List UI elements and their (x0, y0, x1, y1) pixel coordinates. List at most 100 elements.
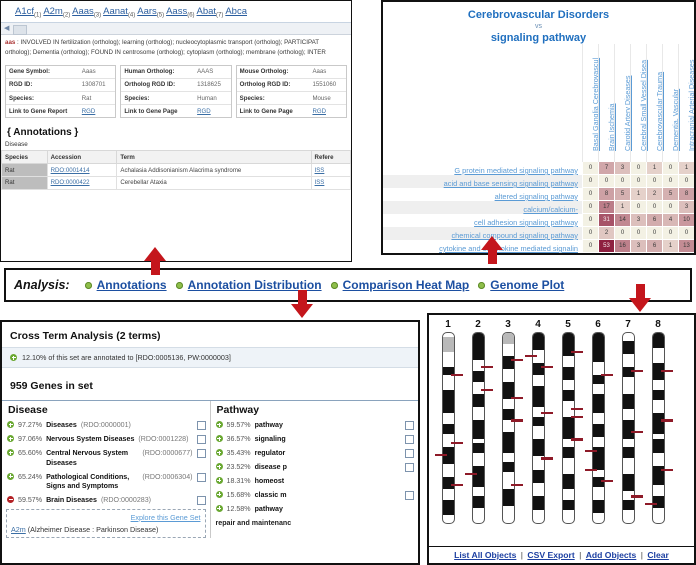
rgd-link[interactable]: RGD (312, 108, 326, 115)
term-checkbox[interactable] (405, 463, 414, 472)
expand-icon[interactable] (7, 449, 14, 457)
heatmap-cell[interactable]: 16 (614, 240, 630, 253)
chromosome[interactable]: 7 (613, 319, 643, 524)
heatmap-column-header[interactable]: Dementia, Vascular (662, 44, 680, 162)
heatmap-cell[interactable]: 10 (678, 214, 694, 227)
gene-link[interactable]: Aass (166, 6, 187, 17)
footer-link[interactable]: Clear (647, 550, 669, 560)
analysis-item[interactable]: Comparison Heat Map (330, 278, 470, 292)
term-checkbox[interactable] (405, 421, 414, 431)
expand-icon[interactable] (215, 421, 223, 429)
gene-marker[interactable] (511, 419, 523, 422)
heatmap-cell[interactable]: 0 (662, 227, 678, 240)
expand-icon[interactable] (7, 421, 14, 429)
heatmap-row-label[interactable]: G protein mediated signaling pathway (383, 162, 582, 175)
explore-gene-link[interactable]: A2m (11, 525, 26, 534)
heatmap-cell[interactable]: 3 (614, 162, 630, 175)
cell-accession[interactable]: RDO:0000422 (46, 175, 118, 190)
term-checkbox[interactable] (405, 449, 414, 459)
heatmap-cell[interactable]: 3 (630, 214, 646, 227)
gene-marker[interactable] (571, 415, 583, 418)
heatmap-column-header[interactable]: Basal Ganglia Cerebrovascul (582, 44, 600, 162)
heatmap-cell[interactable]: 4 (662, 214, 678, 227)
heatmap-row-link[interactable]: cell adhesion signaling pathway (474, 218, 578, 227)
heatmap-row-link[interactable]: altered signaling pathway (495, 192, 578, 201)
card-value[interactable]: RGD (310, 105, 346, 117)
gene-marker[interactable] (601, 480, 613, 483)
heatmap-cell[interactable]: 0 (614, 227, 630, 240)
rgd-link[interactable]: RGD (82, 108, 96, 115)
heatmap-cell[interactable]: 0 (678, 175, 694, 188)
heatmap-column-header[interactable]: Brain Ischemia (598, 44, 616, 162)
chromosome[interactable]: 1 (433, 319, 463, 524)
analysis-link[interactable]: Genome Plot (490, 278, 564, 292)
heatmap-row-link[interactable]: acid and base sensing signaling pathway (444, 179, 578, 188)
gene-marker[interactable] (571, 351, 583, 354)
heatmap-cell[interactable]: 0 (630, 201, 646, 214)
gene-marker[interactable] (541, 411, 553, 414)
expand-icon[interactable] (7, 472, 14, 480)
gene-marker[interactable] (645, 503, 657, 506)
horizontal-scrollbar[interactable]: ◀ (1, 23, 351, 36)
analysis-link[interactable]: Comparison Heat Map (343, 278, 470, 292)
gene-marker[interactable] (571, 438, 583, 441)
analysis-link[interactable]: Annotations (97, 278, 167, 292)
gene-marker[interactable] (661, 468, 673, 471)
plus-icon[interactable] (10, 354, 17, 361)
term-checkbox[interactable] (196, 421, 206, 431)
chromosome[interactable]: 4 (523, 319, 553, 524)
pathway-row[interactable]: 23.52% disease p (211, 461, 419, 475)
expand-icon[interactable] (215, 435, 223, 443)
heatmap-cell[interactable]: 5 (662, 188, 678, 201)
explore-gene-set-link[interactable]: Explore this Gene Set (131, 513, 201, 522)
heatmap-cell[interactable]: 0 (630, 162, 646, 175)
pathway-row[interactable]: 35.43% regulator (211, 447, 419, 461)
evidence-link[interactable]: ISS (315, 167, 325, 174)
heatmap-cell[interactable]: 0 (582, 175, 598, 188)
term-checkbox[interactable] (196, 449, 206, 459)
gene-marker[interactable] (571, 408, 583, 411)
gene-link[interactable]: Aars (137, 6, 157, 17)
gene-marker[interactable] (585, 468, 597, 471)
term-checkbox[interactable] (196, 496, 206, 506)
chromosome[interactable]: 6 (583, 319, 613, 524)
pathway-row[interactable]: 18.31% homeost (211, 475, 419, 489)
footer-link[interactable]: CSV Export (527, 550, 574, 560)
heatmap-cell[interactable]: 6 (646, 240, 662, 253)
gene-marker[interactable] (541, 366, 553, 369)
heatmap-cell[interactable]: 0 (582, 188, 598, 201)
heatmap-row-link[interactable]: calcium/calcium- (523, 205, 578, 214)
footer-link[interactable]: List All Objects (454, 550, 516, 560)
heatmap-cell[interactable]: 3 (678, 201, 694, 214)
expand-icon[interactable] (215, 476, 223, 484)
heatmap-cell[interactable]: 0 (662, 201, 678, 214)
gene-marker[interactable] (481, 366, 493, 369)
expand-icon[interactable] (215, 449, 223, 457)
heatmap-cell[interactable]: 0 (582, 162, 598, 175)
heatmap-cell[interactable]: 0 (582, 240, 598, 253)
heatmap-column-header[interactable]: Cerebrovascular Trauma (646, 44, 664, 162)
analysis-item[interactable]: Genome Plot (478, 278, 564, 292)
gene-marker[interactable] (451, 373, 463, 376)
heatmap-row-link[interactable]: cytokine and chemokine mediated signalin (439, 244, 578, 253)
gene-marker[interactable] (465, 472, 477, 475)
gene-marker[interactable] (541, 457, 553, 460)
heatmap-cell[interactable]: 0 (582, 201, 598, 214)
heatmap-column-header[interactable]: Carotid Artery Diseases (614, 44, 632, 162)
gene-marker[interactable] (585, 449, 597, 452)
heatmap-cell[interactable]: 17 (598, 201, 614, 214)
chromosome[interactable]: 2 (463, 319, 493, 524)
term-checkbox[interactable] (196, 472, 206, 482)
card-value[interactable]: RGD (80, 105, 116, 117)
heatmap-column-label[interactable]: Intracranial Arterial Diseases (687, 60, 695, 151)
disease-row[interactable]: 65.24% Pathological Conditions, Signs and… (2, 470, 210, 494)
gene-link[interactable]: A1cf (15, 6, 34, 17)
scroll-left-icon[interactable]: ◀ (4, 24, 9, 32)
heatmap-row-link[interactable]: G protein mediated signaling pathway (454, 166, 578, 175)
heatmap-cell[interactable]: 0 (646, 201, 662, 214)
term-checkbox[interactable] (405, 490, 414, 500)
heatmap-row-link[interactable]: chemical compound signaling pathway (451, 231, 578, 240)
gene-marker[interactable] (601, 373, 613, 376)
pathway-row[interactable]: 59.57% pathway (211, 419, 419, 433)
disease-row[interactable]: 65.60% Central Nervous System Diseases (R… (2, 447, 210, 471)
